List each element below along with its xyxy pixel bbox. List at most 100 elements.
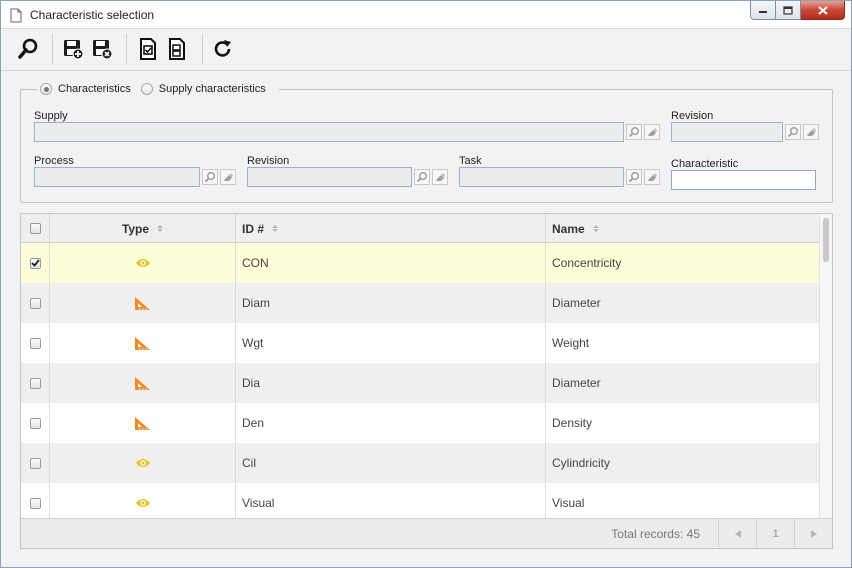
table-row[interactable]: Diam Diameter [21, 283, 820, 323]
save-add-button[interactable] [60, 36, 86, 62]
name-cell: Cylindricity [552, 456, 611, 470]
row-checkbox-cell [21, 283, 50, 323]
close-icon [817, 5, 828, 15]
row-checkbox-cell [21, 443, 50, 483]
row-checkbox[interactable] [29, 297, 41, 309]
set-square-icon [134, 336, 151, 351]
revision-label: Revision [671, 110, 714, 122]
minimize-icon [759, 11, 767, 13]
save-close-icon [93, 40, 113, 60]
process-revision-clear-button[interactable] [432, 169, 448, 185]
grid-body: CON Concentricity Diam Diameter Wgt Weight Dia… [21, 243, 820, 519]
set-square-icon [134, 296, 151, 311]
set-square-icon [134, 416, 151, 431]
eraser-icon [807, 128, 816, 136]
table-row[interactable]: CON Concentricity [21, 243, 820, 283]
magnifier-icon [204, 172, 215, 183]
revision-field[interactable] [671, 122, 783, 142]
supply-clear-button[interactable] [644, 124, 660, 140]
table-row[interactable]: Visual Visual [21, 483, 820, 519]
row-checkbox[interactable] [29, 457, 41, 469]
sort-icon [592, 225, 599, 232]
characteristics-radio[interactable] [40, 83, 52, 95]
search-button[interactable] [15, 36, 41, 62]
supply-label: Supply [34, 110, 68, 122]
maximize-icon [783, 5, 793, 15]
column-header-name[interactable]: Name [546, 214, 820, 243]
process-revision-field[interactable] [247, 167, 412, 187]
row-checkbox-cell [21, 243, 50, 283]
column-header-type[interactable]: Type [50, 214, 236, 243]
doc-check-icon [140, 38, 156, 60]
type-cell [50, 243, 236, 283]
toolbar [1, 29, 851, 71]
table-row[interactable]: Dia Diameter [21, 363, 820, 403]
vertical-scrollbar[interactable] [819, 214, 832, 519]
table-row[interactable]: Den Density [21, 403, 820, 443]
select-all-button[interactable] [164, 36, 190, 62]
row-checkbox-cell [21, 403, 50, 443]
process-field[interactable] [34, 167, 200, 187]
page-number: 1 [756, 519, 794, 548]
magnifier-icon [628, 127, 639, 138]
sort-icon [272, 225, 279, 232]
column-header-id-label: ID # [242, 221, 265, 236]
window-title: Characteristic selection [30, 8, 155, 22]
select-all-checkbox[interactable] [29, 223, 41, 234]
magnifier-icon [628, 172, 639, 183]
close-button[interactable] [801, 1, 845, 20]
supply-characteristics-radio[interactable] [140, 83, 153, 95]
name-cell: Concentricity [552, 256, 622, 270]
select-all-checkbox-cell [21, 214, 50, 243]
name-cell: Density [552, 416, 593, 430]
minimize-button[interactable] [750, 1, 776, 20]
task-label: Task [459, 155, 482, 167]
document-icon [10, 8, 22, 23]
name-cell: Diameter [552, 376, 601, 390]
name-cell: Visual [552, 496, 585, 510]
characteristics-radio-label: Characteristics [58, 83, 131, 95]
process-label: Process [34, 155, 74, 167]
process-clear-button[interactable] [220, 169, 236, 185]
characteristic-field[interactable] [671, 170, 816, 190]
supply-field[interactable] [34, 122, 624, 142]
row-checkbox[interactable] [29, 257, 41, 269]
eye-icon [135, 257, 151, 269]
task-clear-button[interactable] [644, 169, 660, 185]
arrow-right-icon [810, 529, 817, 538]
id-cell: Wgt [236, 323, 546, 363]
process-revision-search-button[interactable] [414, 169, 430, 185]
table-row[interactable]: Wgt Weight [21, 323, 820, 363]
save-close-button[interactable] [89, 36, 115, 62]
task-field[interactable] [459, 167, 624, 187]
row-checkbox[interactable] [29, 417, 41, 429]
revision-clear-button[interactable] [803, 124, 819, 140]
next-page-button[interactable] [794, 519, 832, 548]
column-header-id[interactable]: ID # [236, 214, 546, 243]
table-row[interactable]: Cil Cylindricity [21, 443, 820, 483]
save-plus-icon [64, 40, 84, 60]
refresh-button[interactable] [210, 36, 236, 62]
characteristic-label: Characteristic [671, 158, 739, 170]
sort-icon [157, 225, 164, 232]
characteristics-grid: Type ID # Name CON Concentricity Diam Diame… [20, 213, 833, 549]
scrollbar-thumb[interactable] [823, 218, 829, 262]
revision-search-button[interactable] [785, 124, 801, 140]
previous-page-button[interactable] [718, 519, 756, 548]
supply-search-button[interactable] [626, 124, 642, 140]
row-checkbox[interactable] [29, 377, 41, 389]
eraser-icon [648, 173, 657, 181]
row-checkbox[interactable] [29, 337, 41, 349]
column-header-type-label: Type [121, 221, 150, 236]
process-revision-label: Revision [247, 155, 290, 167]
process-search-button[interactable] [202, 169, 218, 185]
dialog-window: Characteristic selection Characteristics… [0, 0, 852, 568]
grid-header: Type ID # Name [21, 214, 820, 243]
row-checkbox[interactable] [29, 497, 41, 509]
total-records: Total records: 45 [611, 527, 700, 541]
doc-list-icon [169, 38, 185, 60]
select-button[interactable] [135, 36, 161, 62]
maximize-button[interactable] [776, 1, 801, 20]
task-search-button[interactable] [626, 169, 642, 185]
row-checkbox-cell [21, 323, 50, 363]
